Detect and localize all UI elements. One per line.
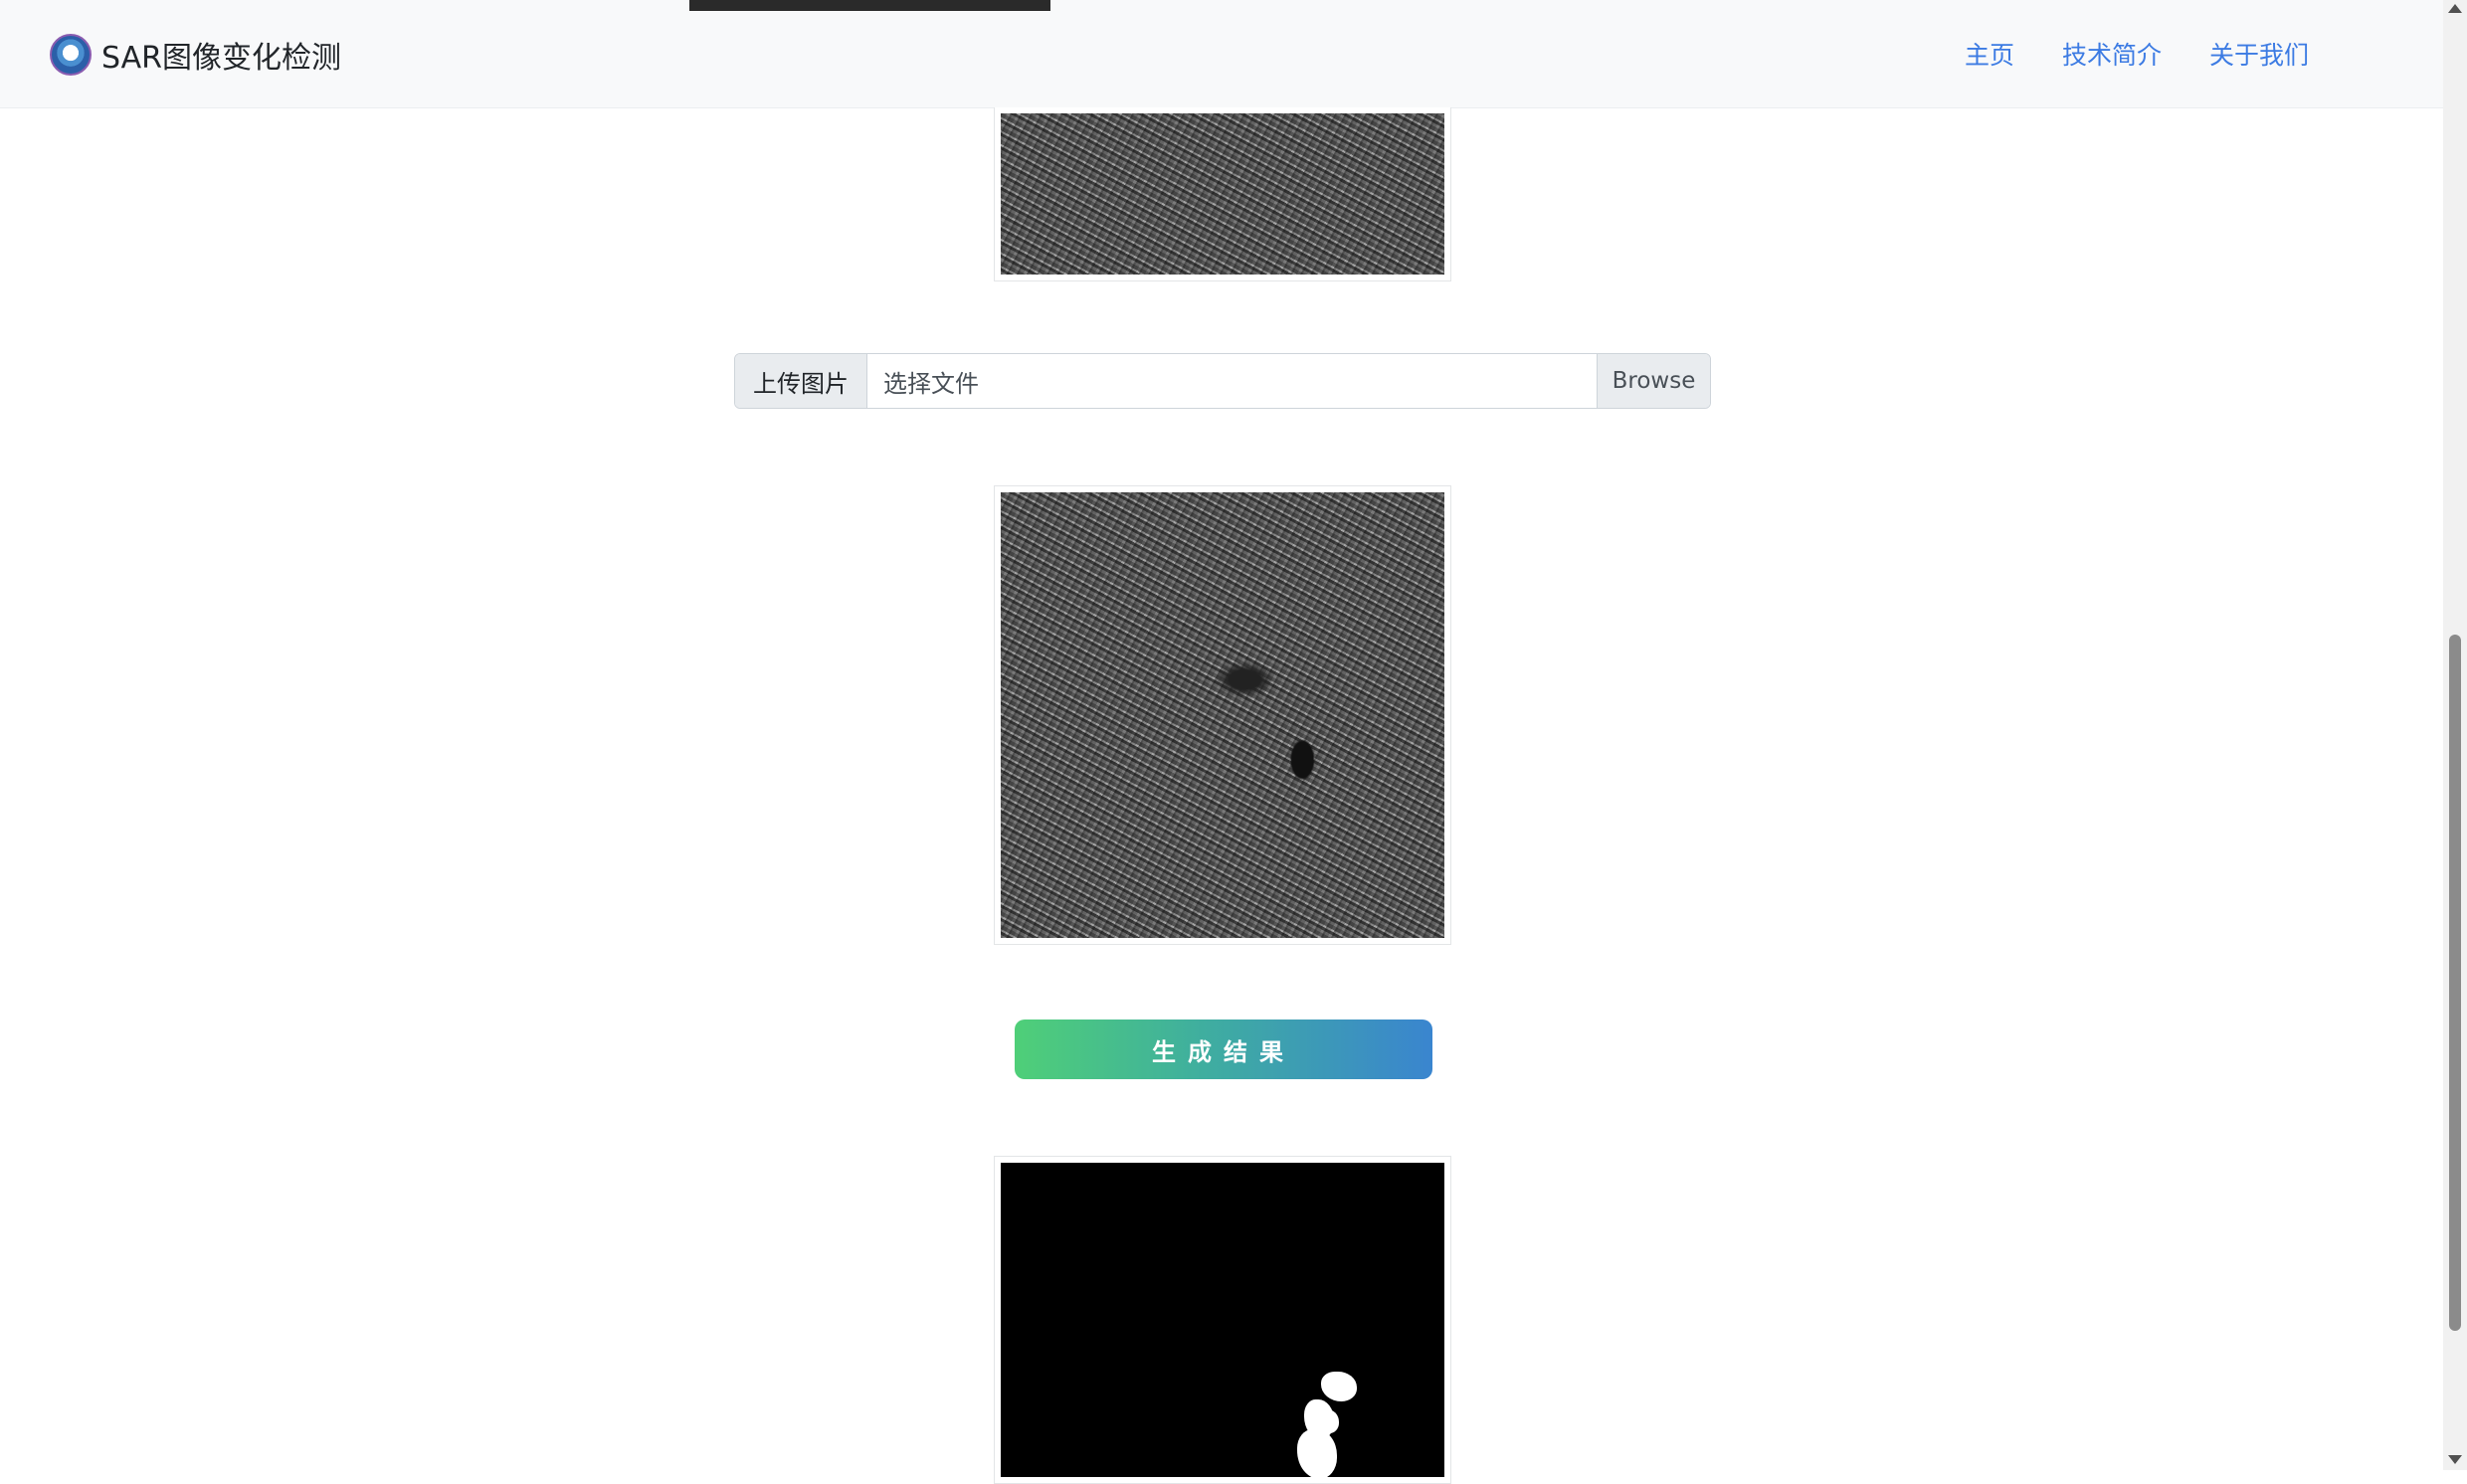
- upload-group: 上传图片 选择文件 Browse: [734, 353, 1711, 409]
- scroll-down-icon[interactable]: [2448, 1455, 2462, 1464]
- brand[interactable]: SAR图像变化检测: [50, 30, 341, 80]
- university-logo-icon: [50, 34, 92, 76]
- nav-about-us[interactable]: 关于我们: [2209, 36, 2309, 72]
- scroll-up-icon[interactable]: [2448, 4, 2462, 13]
- nav-links: 主页 技术简介 关于我们: [1965, 36, 2309, 72]
- sar-image-before: [1001, 113, 1444, 275]
- file-input[interactable]: 选择文件: [867, 354, 1597, 408]
- sar-image-after: [1001, 492, 1444, 938]
- navbar: SAR图像变化检测 主页 技术简介 关于我们: [0, 0, 2443, 108]
- image-before-frame: [994, 107, 1451, 281]
- upload-label: 上传图片: [735, 354, 867, 408]
- nav-tech-intro[interactable]: 技术简介: [2062, 36, 2162, 72]
- image-after-frame: [994, 485, 1451, 945]
- brand-title: SAR图像变化检测: [101, 41, 341, 76]
- scrollbar[interactable]: [2443, 0, 2467, 1470]
- generate-result-button[interactable]: 生成结果: [1015, 1020, 1432, 1079]
- nav-home[interactable]: 主页: [1965, 36, 2014, 72]
- scroll-thumb[interactable]: [2449, 635, 2461, 1331]
- top-overlay-tab: [689, 0, 1050, 11]
- browse-button[interactable]: Browse: [1597, 354, 1710, 408]
- change-map-result: [1001, 1163, 1444, 1477]
- result-image-frame: [994, 1156, 1451, 1484]
